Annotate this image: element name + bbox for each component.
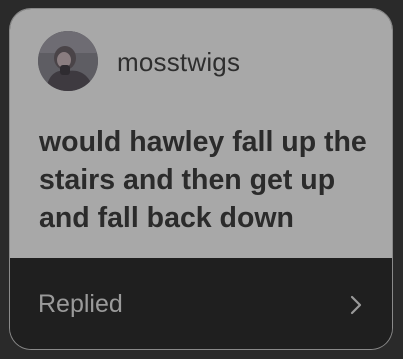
question-text: would hawley fall up the stairs and then… bbox=[39, 126, 367, 234]
username: mosstwigs bbox=[117, 47, 241, 77]
question-card[interactable]: mosstwigs would hawley fall up the stair… bbox=[9, 8, 393, 350]
replied-status-label: Replied bbox=[38, 290, 123, 318]
question-panel: mosstwigs would hawley fall up the stair… bbox=[10, 9, 392, 258]
avatar bbox=[38, 31, 98, 91]
chevron-right-icon bbox=[350, 295, 362, 315]
replied-row-button[interactable]: Replied bbox=[10, 258, 392, 349]
avatar-photo-icon bbox=[38, 31, 98, 91]
